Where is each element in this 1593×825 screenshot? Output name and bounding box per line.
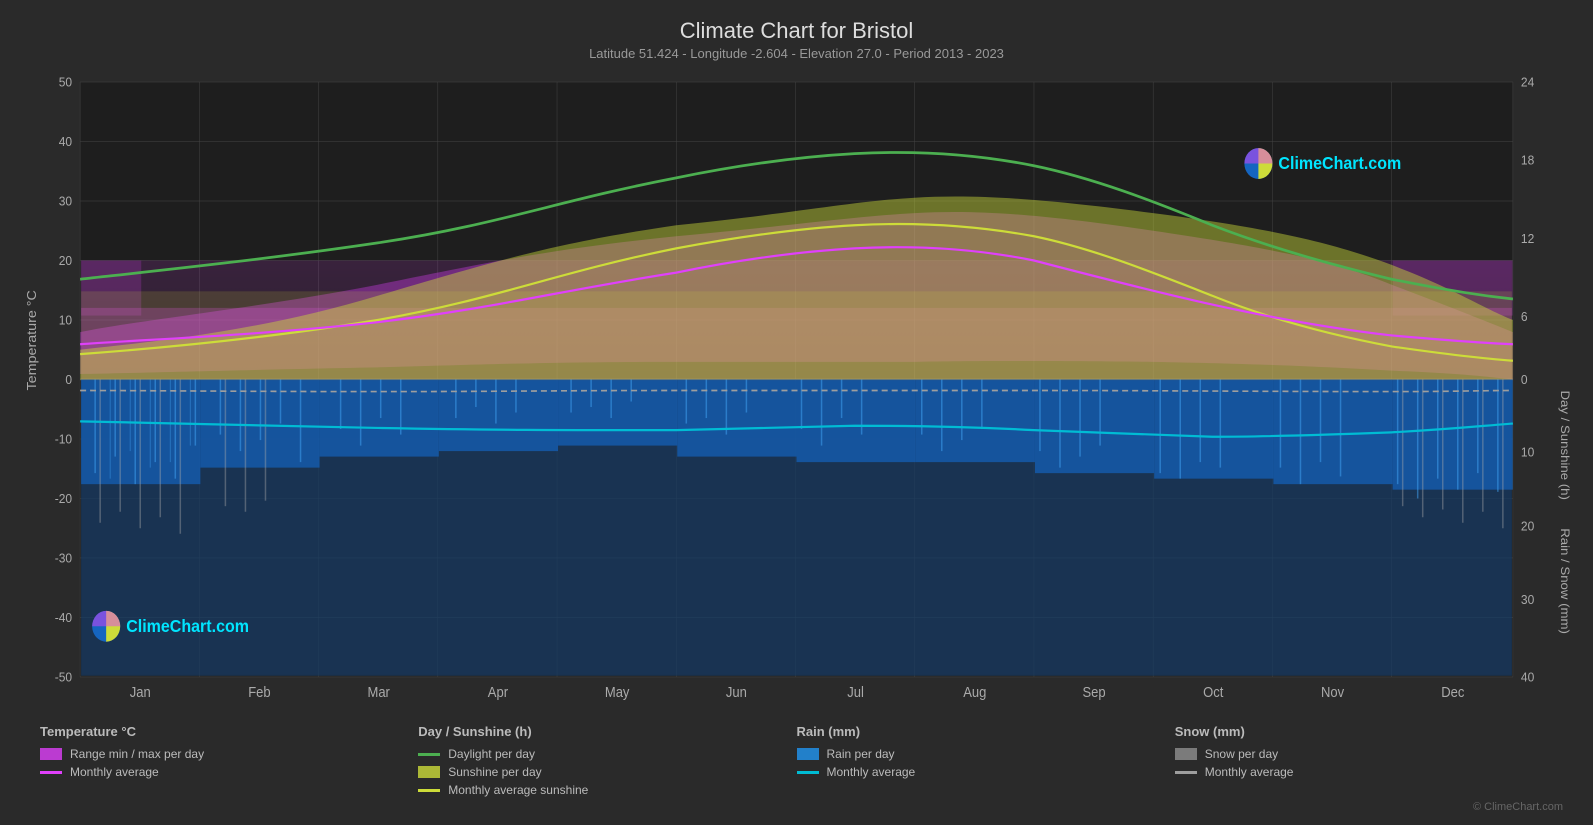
legend-title-sunshine: Day / Sunshine (h) — [418, 724, 796, 739]
svg-text:6: 6 — [1521, 310, 1528, 325]
sunshine-per-day-label: Sunshine per day — [448, 765, 541, 779]
legend-area: Temperature °C Range min / max per day M… — [20, 716, 1573, 801]
sunshine-per-day-swatch — [418, 766, 440, 778]
svg-text:30: 30 — [1521, 593, 1534, 608]
svg-text:-20: -20 — [55, 491, 72, 506]
sunshine-avg-label: Monthly average sunshine — [448, 783, 588, 797]
legend-item-sunshine-per-day: Sunshine per day — [418, 765, 796, 779]
y-axis-right-top-title: Day / Sunshine (h) — [1558, 391, 1571, 500]
rain-bars — [81, 379, 1513, 674]
legend-item-snow-per-day: Snow per day — [1175, 747, 1553, 761]
svg-text:-50: -50 — [55, 670, 72, 685]
svg-text:May: May — [605, 684, 630, 700]
snow-per-day-label: Snow per day — [1205, 747, 1278, 761]
svg-text:18: 18 — [1521, 153, 1534, 168]
y-axis-left-title: Temperature °C — [25, 290, 39, 390]
svg-text:Mar: Mar — [367, 684, 390, 700]
svg-text:Jul: Jul — [847, 684, 864, 700]
svg-text:10: 10 — [59, 313, 72, 328]
legend-title-snow: Snow (mm) — [1175, 724, 1553, 739]
sunshine-avg-swatch — [418, 789, 440, 792]
legend-col-rain: Rain (mm) Rain per day Monthly average — [797, 724, 1175, 797]
svg-text:Apr: Apr — [488, 684, 509, 700]
svg-text:0: 0 — [65, 372, 72, 387]
copyright: © ClimeChart.com — [20, 801, 1573, 815]
y-axis-left: 50 40 30 20 10 0 -10 -20 -30 -40 -50 — [55, 75, 72, 685]
svg-text:20: 20 — [59, 253, 72, 268]
legend-col-sunshine: Day / Sunshine (h) Daylight per day Suns… — [418, 724, 796, 797]
snow-avg-swatch — [1175, 771, 1197, 774]
temp-avg-swatch — [40, 771, 62, 774]
legend-item-temp-range: Range min / max per day — [40, 747, 418, 761]
svg-text:10: 10 — [1521, 445, 1534, 460]
legend-item-temp-avg: Monthly average — [40, 765, 418, 779]
y-axis-right-top: 24 18 12 6 0 — [1521, 75, 1534, 387]
svg-text:12: 12 — [1521, 231, 1534, 246]
chart-area: 50 40 30 20 10 0 -10 -20 -30 -40 -50 24 … — [20, 71, 1573, 710]
svg-text:-10: -10 — [55, 432, 72, 447]
subtitle: Latitude 51.424 - Longitude -2.604 - Ele… — [20, 46, 1573, 61]
rain-avg-label: Monthly average — [827, 765, 916, 779]
legend-title-rain: Rain (mm) — [797, 724, 1175, 739]
svg-text:Nov: Nov — [1321, 684, 1344, 700]
svg-text:Jun: Jun — [726, 684, 747, 700]
svg-text:-30: -30 — [55, 551, 72, 566]
temp-range-label: Range min / max per day — [70, 747, 204, 761]
y-axis-right-bottom-title: Rain / Snow (mm) — [1558, 528, 1571, 634]
page-wrapper: Climate Chart for Bristol Latitude 51.42… — [0, 0, 1593, 825]
svg-text:Oct: Oct — [1203, 684, 1223, 700]
y-axis-right-bottom: 10 20 30 40 — [1521, 445, 1534, 684]
legend-item-snow-avg: Monthly average — [1175, 765, 1553, 779]
title-section: Climate Chart for Bristol Latitude 51.42… — [20, 10, 1573, 65]
legend-item-sunshine-avg: Monthly average sunshine — [418, 783, 796, 797]
svg-text:Jan: Jan — [130, 684, 151, 700]
svg-text:0: 0 — [1521, 372, 1528, 387]
svg-text:Aug: Aug — [963, 684, 986, 700]
svg-text:Dec: Dec — [1441, 684, 1464, 700]
svg-text:ClimeChart.com: ClimeChart.com — [1278, 153, 1401, 173]
svg-text:50: 50 — [59, 75, 72, 90]
rain-per-day-swatch — [797, 748, 819, 760]
svg-text:20: 20 — [1521, 519, 1534, 534]
daylight-label: Daylight per day — [448, 747, 535, 761]
snow-avg-label: Monthly average — [1205, 765, 1294, 779]
svg-text:24: 24 — [1521, 75, 1534, 90]
svg-text:Sep: Sep — [1083, 684, 1107, 700]
svg-text:-40: -40 — [55, 610, 72, 625]
legend-title-temperature: Temperature °C — [40, 724, 418, 739]
temp-avg-label: Monthly average — [70, 765, 159, 779]
legend-item-rain-per-day: Rain per day — [797, 747, 1175, 761]
legend-col-temperature: Temperature °C Range min / max per day M… — [40, 724, 418, 797]
svg-text:Feb: Feb — [248, 684, 271, 700]
svg-text:40: 40 — [1521, 670, 1534, 685]
legend-item-daylight: Daylight per day — [418, 747, 796, 761]
svg-text:40: 40 — [59, 134, 72, 149]
rain-avg-swatch — [797, 771, 819, 774]
daylight-swatch — [418, 753, 440, 756]
x-axis-months: Jan Feb Mar Apr May Jun Jul Aug Sep Oct … — [130, 684, 1465, 700]
svg-text:ClimeChart.com: ClimeChart.com — [126, 616, 249, 636]
legend-col-snow: Snow (mm) Snow per day Monthly average — [1175, 724, 1553, 797]
snow-per-day-swatch — [1175, 748, 1197, 760]
svg-text:30: 30 — [59, 194, 72, 209]
main-title: Climate Chart for Bristol — [20, 18, 1573, 44]
chart-svg: 50 40 30 20 10 0 -10 -20 -30 -40 -50 24 … — [20, 71, 1573, 710]
legend-item-rain-avg: Monthly average — [797, 765, 1175, 779]
rain-per-day-label: Rain per day — [827, 747, 895, 761]
temp-range-swatch — [40, 748, 62, 760]
